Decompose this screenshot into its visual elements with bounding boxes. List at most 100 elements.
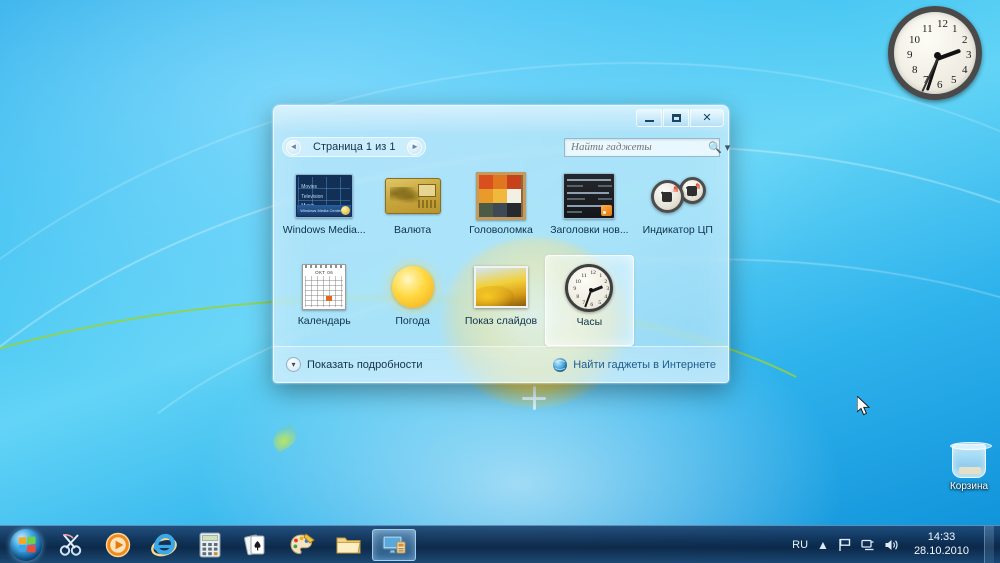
close-button[interactable]: ✕ — [690, 109, 724, 127]
gadget-item-calendar[interactable]: ОКТ 06 Календарь — [280, 255, 368, 346]
gadget-thumbnail-wrap: 12 1 2 3 4 5 6 7 8 9 10 11 — [565, 264, 614, 312]
gadget-item-picture-puzzle[interactable]: Головоломка — [457, 164, 545, 253]
flag-icon[interactable] — [838, 538, 852, 552]
taskbar-media-player[interactable] — [96, 529, 140, 561]
clock-numeral: 9 — [573, 286, 577, 292]
tray-time: 14:33 — [927, 530, 956, 543]
currency-panel — [417, 184, 436, 197]
clock-face: 12 1 2 3 4 5 6 7 8 9 10 11 — [888, 6, 982, 100]
gadget-label: Валюта — [394, 225, 432, 236]
pager: ◄ Страница 1 из 1 ► — [282, 137, 427, 157]
puzzle-thumb — [475, 172, 526, 220]
clock-thumb: 12 1 2 3 4 5 6 7 8 9 10 11 — [565, 264, 614, 312]
previous-page-button[interactable]: ◄ — [286, 139, 301, 155]
folder-icon — [336, 537, 361, 553]
start-button[interactable] — [3, 527, 49, 563]
globe-icon — [553, 357, 568, 372]
search-icon[interactable]: 🔍 — [708, 141, 722, 154]
desktop[interactable]: 12 1 2 3 4 5 6 7 8 9 10 11 Корзина — [0, 0, 1000, 563]
gadget-thumbnail-wrap — [475, 172, 526, 220]
gadget-item-feed-headlines[interactable]: Заголовки нов... — [545, 164, 633, 253]
taskbar-paint[interactable] — [280, 529, 324, 561]
network-icon[interactable] — [861, 538, 875, 552]
close-icon: ✕ — [702, 111, 712, 124]
maximize-button[interactable] — [663, 109, 689, 127]
wallpaper-sparkle — [522, 386, 546, 410]
clock-numeral: 11 — [922, 23, 933, 35]
chevron-up-icon[interactable]: ▲ — [817, 538, 829, 552]
weather-thumb — [391, 266, 434, 308]
window-titlebar[interactable]: ✕ — [274, 106, 728, 132]
scissors-icon — [59, 533, 82, 556]
windows-flag-icon — [18, 536, 36, 553]
taskbar-gadget-gallery[interactable] — [372, 528, 416, 561]
gadget-item-clock[interactable]: 12 1 2 3 4 5 6 7 8 9 10 11 Часы — [545, 255, 634, 346]
desktop-icon-recycle-bin[interactable]: Корзина — [938, 442, 1000, 492]
gadget-thumbnail-wrap — [384, 172, 441, 220]
gadget-grid: Movies Television Music Windows Media Ce… — [274, 162, 728, 346]
taskbar-explorer[interactable] — [326, 529, 370, 561]
clock-numeral: 10 — [575, 279, 581, 285]
minimize-button[interactable] — [636, 109, 662, 127]
clock-numeral: 3 — [606, 286, 610, 292]
taskbar-calculator[interactable] — [188, 529, 232, 561]
gadget-label: Головоломка — [469, 225, 533, 236]
system-tray: RU ▲ 14:33 28.10.2010 — [792, 525, 1000, 563]
gadget-thumbnail-wrap — [563, 172, 616, 220]
clock-center-pin — [934, 52, 941, 59]
news-feed-thumb — [563, 173, 616, 219]
clock-numeral: 1 — [952, 23, 958, 35]
show-details-label: Показать подробности — [307, 358, 423, 371]
chevron-right-icon: ► — [410, 142, 419, 151]
currency-thumb — [384, 178, 441, 214]
clock-and-date[interactable]: 14:33 28.10.2010 — [908, 531, 975, 559]
show-details-button[interactable]: ▾ Показать подробности — [286, 357, 422, 372]
gadget-label: Заголовки нов... — [550, 225, 629, 236]
taskbar-solitaire[interactable] — [234, 529, 278, 561]
minimize-icon — [644, 119, 654, 122]
media-line: Movies — [301, 184, 318, 190]
internet-explorer-icon — [151, 533, 177, 556]
tray-date: 28.10.2010 — [913, 544, 969, 557]
find-gadgets-online-label: Найти гаджеты в Интернете — [573, 358, 716, 371]
gadget-item-cpu-meter[interactable]: Индикатор ЦП — [634, 164, 722, 253]
clock-numeral: 9 — [907, 49, 913, 61]
window-controls: ✕ — [636, 109, 724, 127]
calendar-rings — [305, 265, 344, 268]
currency-map — [389, 187, 420, 203]
taskbar[interactable]: RU ▲ 14:33 28.10.2010 — [0, 525, 1000, 563]
gadget-label: Погода — [395, 316, 430, 327]
language-indicator[interactable]: RU — [792, 539, 808, 551]
desktop-clock-gadget[interactable]: 12 1 2 3 4 5 6 7 8 9 10 11 — [888, 6, 982, 100]
clock-numeral: 8 — [576, 294, 580, 300]
gadget-thumbnail-wrap: ОКТ 06 — [302, 263, 347, 311]
taskbar-snipping-tool[interactable] — [50, 529, 94, 561]
media-center-thumb: Movies Television Music Windows Media Ce… — [295, 174, 354, 218]
clock-thumb-face: 12 1 2 3 4 5 6 7 8 9 10 11 — [565, 264, 614, 312]
clock-numeral: 1 — [599, 273, 603, 279]
gadget-item-windows-media-center[interactable]: Movies Television Music Windows Media Ce… — [280, 164, 368, 253]
gadget-gallery-window[interactable]: ✕ ◄ Страница 1 из 1 ► 🔍 ▾ — [273, 105, 871, 416]
media-line: Television — [301, 193, 324, 200]
clock-numeral: 3 — [966, 49, 972, 61]
taskbar-internet-explorer[interactable] — [142, 529, 186, 561]
show-desktop-button[interactable] — [984, 525, 994, 563]
clock-numeral: 6 — [590, 302, 594, 308]
desktop-icon-label: Корзина — [949, 481, 989, 492]
page-indicator: Страница 1 из 1 — [313, 141, 396, 153]
speaker-icon[interactable] — [884, 538, 899, 552]
calendar-month-label: ОКТ 06 — [315, 270, 334, 275]
search-input[interactable] — [571, 141, 705, 153]
gadget-thumbnail-wrap — [391, 263, 434, 311]
gadget-item-slideshow[interactable]: Показ слайдов — [457, 255, 545, 346]
gadget-item-weather[interactable]: Погода — [368, 255, 456, 346]
gallery-footer: ▾ Показать подробности Найти гаджеты в И… — [274, 346, 728, 382]
gadget-item-currency[interactable]: Валюта — [368, 164, 456, 253]
find-gadgets-online-link[interactable]: Найти гаджеты в Интернете — [553, 357, 716, 372]
clock-numeral: 5 — [951, 74, 957, 86]
media-player-icon — [105, 532, 131, 557]
search-box[interactable]: 🔍 ▾ — [564, 137, 730, 157]
next-page-button[interactable]: ► — [407, 139, 423, 155]
chevron-down-icon[interactable]: ▾ — [725, 141, 731, 154]
gadget-label: Показ слайдов — [464, 316, 538, 327]
